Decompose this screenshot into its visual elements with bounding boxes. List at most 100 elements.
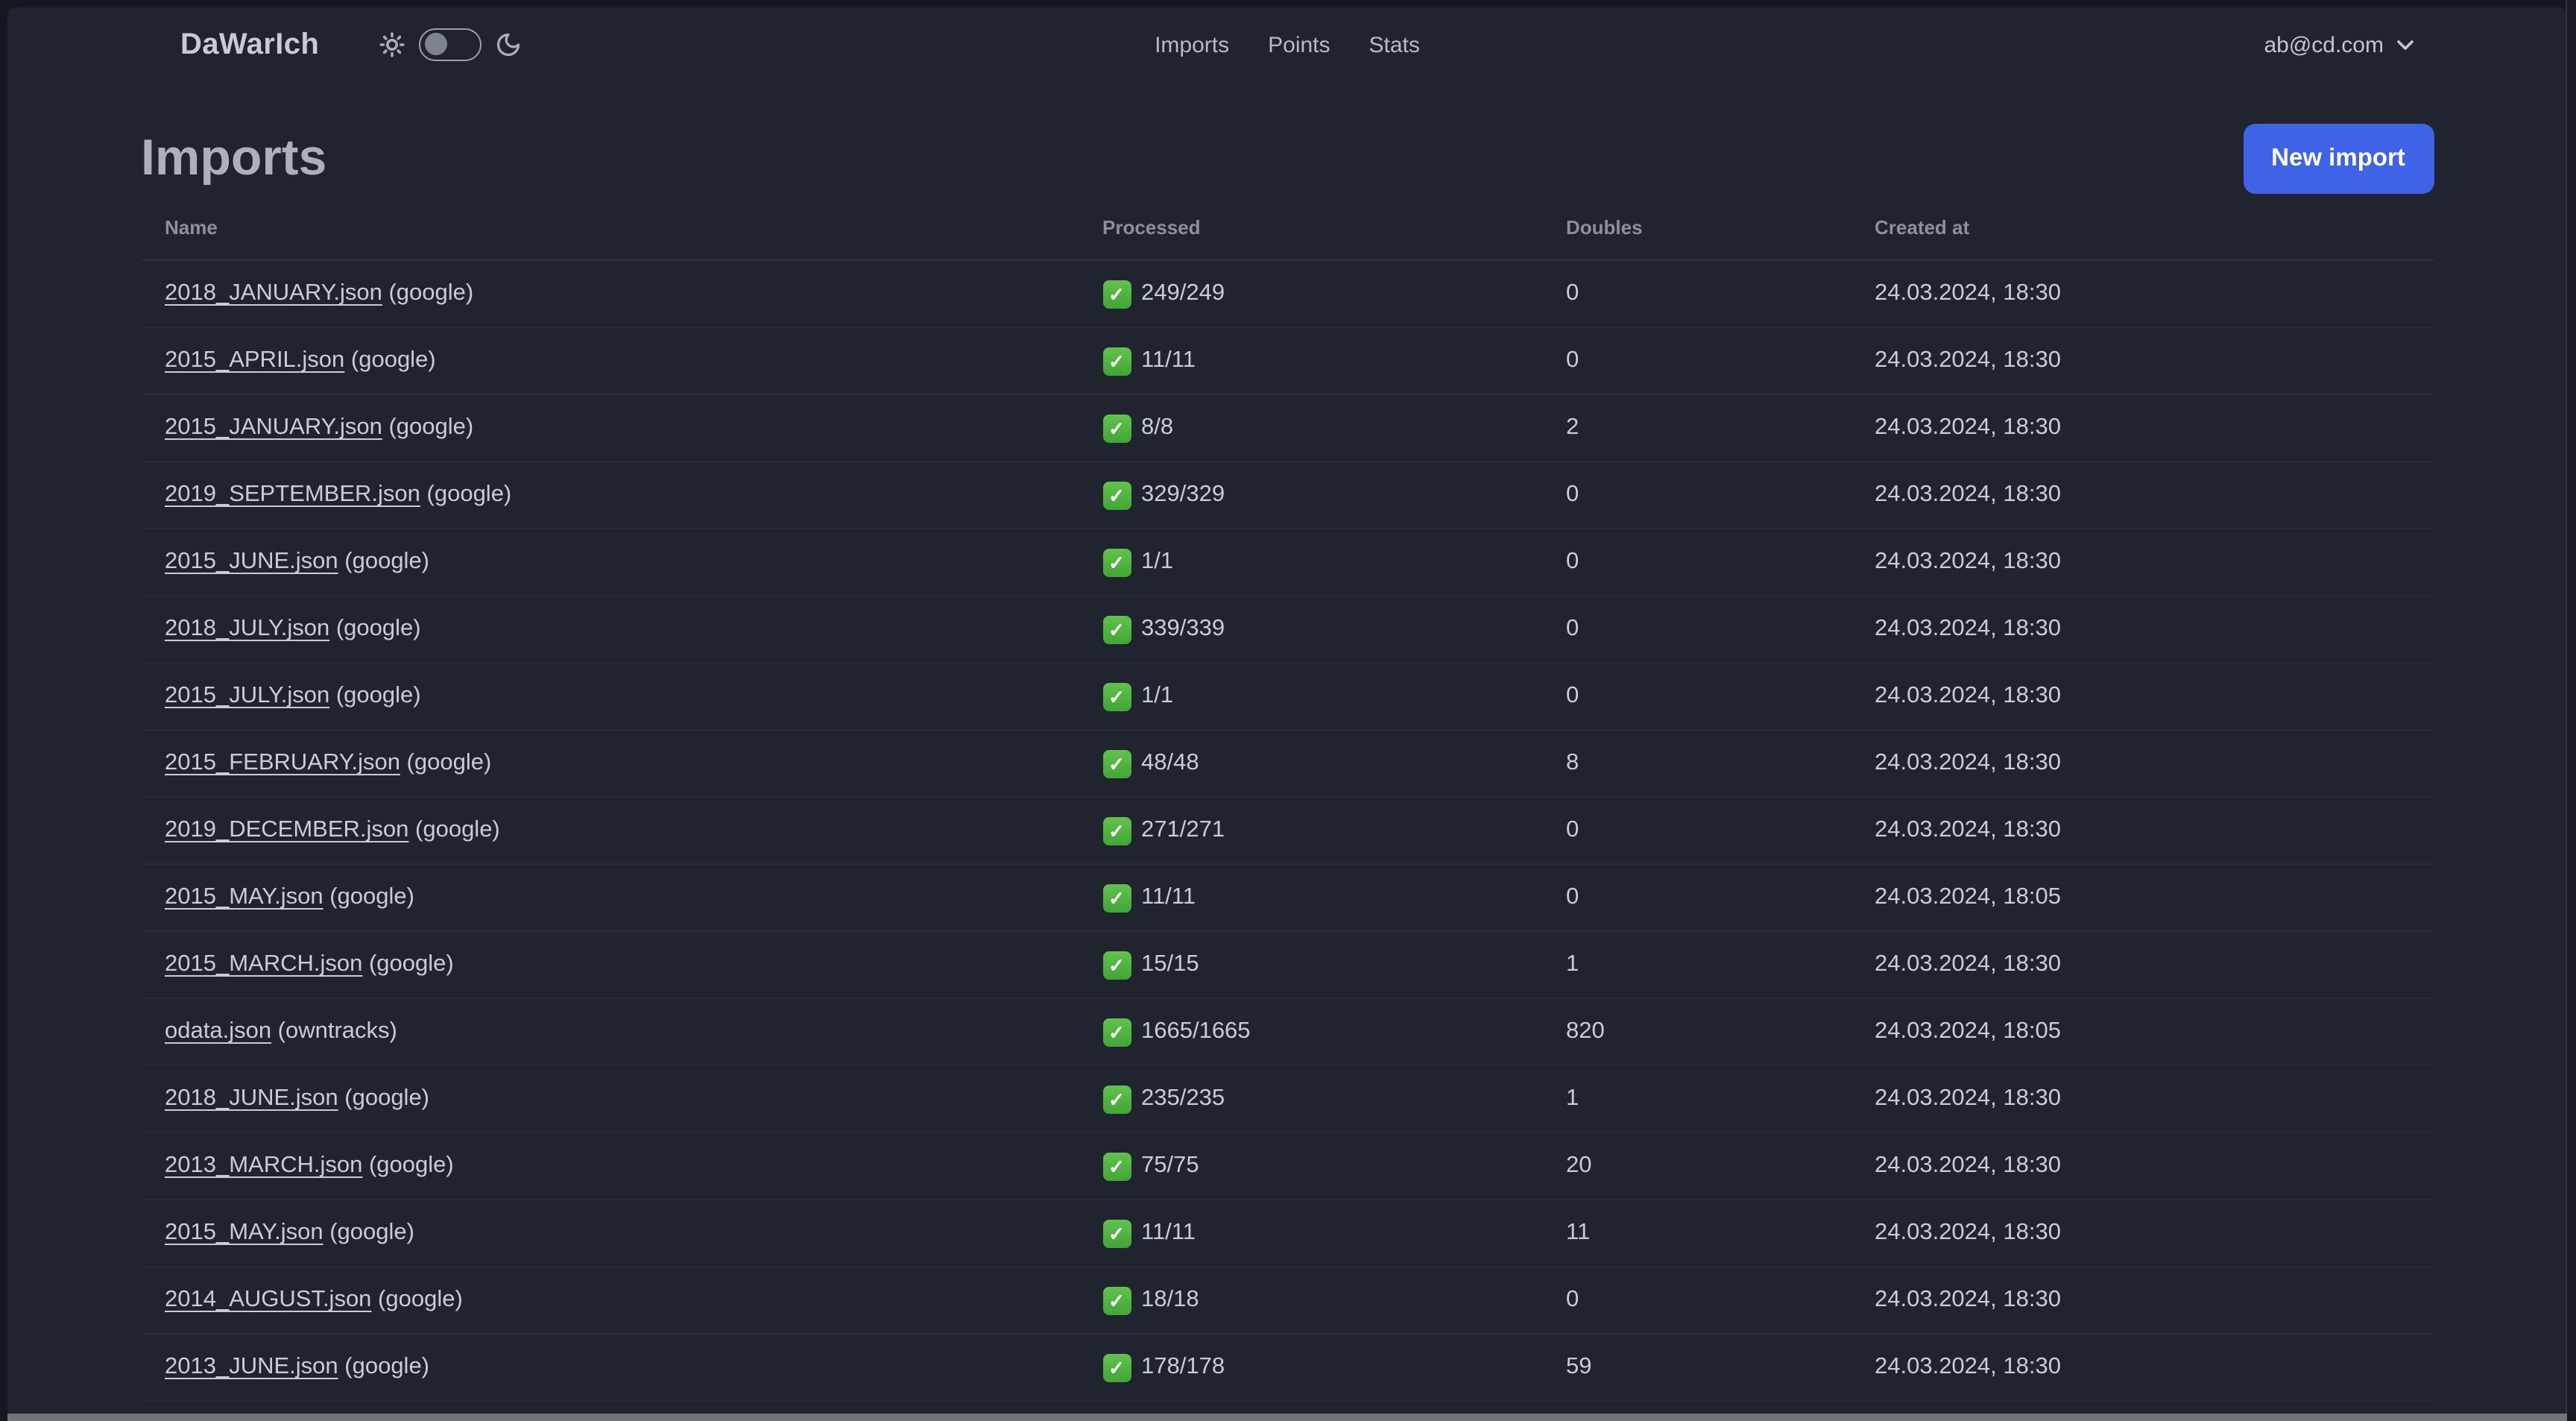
import-source: (google) xyxy=(382,415,474,440)
processed-cell: ✓ 235/235 xyxy=(1079,1085,1542,1113)
processed-cell: ✓ 329/329 xyxy=(1079,481,1542,509)
table-row: 2013_MARCH.json (google) ✓ 75/75 20 24.0… xyxy=(141,1133,2434,1200)
created-at-value: 24.03.2024, 18:30 xyxy=(1875,683,2061,708)
import-source: (google) xyxy=(400,750,492,775)
created-at-value: 24.03.2024, 18:30 xyxy=(1875,1220,2061,1245)
doubles-value: 1 xyxy=(1566,951,1579,977)
import-file-link[interactable]: 2015_MAY.json xyxy=(165,1220,323,1245)
page-window: DaWarIch Imports Points Stats ab@cd.com … xyxy=(7,7,2567,1421)
new-import-button[interactable]: New import xyxy=(2243,123,2434,193)
doubles-value: 0 xyxy=(1566,884,1579,910)
sun-icon xyxy=(379,32,405,57)
column-header-name: Name xyxy=(165,215,218,238)
import-file-link[interactable]: 2018_JANUARY.json xyxy=(165,280,382,306)
user-menu[interactable]: ab@cd.com xyxy=(2264,32,2414,57)
nav-link-imports[interactable]: Imports xyxy=(1155,32,1229,57)
import-file-link[interactable]: 2015_FEBRUARY.json xyxy=(165,750,400,775)
created-at-value: 24.03.2024, 18:30 xyxy=(1875,549,2061,574)
processed-value: 329/329 xyxy=(1141,482,1225,507)
processed-value: 178/178 xyxy=(1141,1354,1225,1379)
success-checkmark-icon: ✓ xyxy=(1102,615,1131,643)
processed-cell: ✓ 339/339 xyxy=(1079,615,1542,643)
success-checkmark-icon: ✓ xyxy=(1102,1018,1131,1046)
import-source: (google) xyxy=(338,1086,430,1111)
import-file-link[interactable]: 2013_JUNE.json xyxy=(165,1354,338,1379)
processed-cell: ✓ 11/11 xyxy=(1079,1219,1542,1247)
import-file-link[interactable]: odata.json xyxy=(165,1018,271,1044)
processed-cell: ✓ 11/11 xyxy=(1079,347,1542,375)
import-file-link[interactable]: 2018_JULY.json xyxy=(165,616,329,641)
table-row: 2014_AUGUST.json (google) ✓ 18/18 0 24.0… xyxy=(141,1267,2434,1335)
table-row: 2013_JUNE.json (google) ✓ 178/178 59 24.… xyxy=(141,1335,2434,1402)
created-at-value: 24.03.2024, 18:05 xyxy=(1875,884,2061,910)
theme-toggle-knob xyxy=(424,33,447,56)
import-file-link[interactable]: 2015_JUNE.json xyxy=(165,549,338,574)
chevron-down-icon xyxy=(2397,40,2414,49)
created-at-value: 24.03.2024, 18:30 xyxy=(1875,415,2061,440)
import-file-link[interactable]: 2015_MAY.json xyxy=(165,884,323,910)
processed-value: 1/1 xyxy=(1141,549,1174,574)
success-checkmark-icon: ✓ xyxy=(1102,414,1131,442)
name-cell: 2015_JANUARY.json (google) xyxy=(141,415,1079,441)
import-source: (owntracks) xyxy=(271,1018,397,1044)
created-at-value: 24.03.2024, 18:30 xyxy=(1875,616,2061,641)
name-cell: 2019_SEPTEMBER.json (google) xyxy=(141,482,1079,508)
import-file-link[interactable]: 2018_JUNE.json xyxy=(165,1086,338,1111)
processed-value: 8/8 xyxy=(1141,415,1174,440)
processed-cell: ✓ 1665/1665 xyxy=(1079,1018,1542,1046)
success-checkmark-icon: ✓ xyxy=(1102,347,1131,375)
theme-toggle-switch[interactable] xyxy=(419,28,482,61)
success-checkmark-icon: ✓ xyxy=(1102,481,1131,509)
table-header-row: Name Processed Doubles Created at xyxy=(141,194,2434,261)
import-file-link[interactable]: 2015_MARCH.json xyxy=(165,951,362,977)
created-at-value: 24.03.2024, 18:30 xyxy=(1875,482,2061,507)
name-cell: 2015_MARCH.json (google) xyxy=(141,951,1079,978)
import-file-link[interactable]: 2019_SEPTEMBER.json xyxy=(165,482,420,507)
doubles-value: 20 xyxy=(1566,1153,1592,1178)
import-source: (google) xyxy=(338,549,430,574)
success-checkmark-icon: ✓ xyxy=(1102,1353,1131,1381)
nav-link-points[interactable]: Points xyxy=(1268,32,1330,57)
name-cell: 2014_AUGUST.json (google) xyxy=(141,1287,1079,1314)
import-source: (google) xyxy=(323,884,414,910)
table-row: 2019_SEPTEMBER.json (google) ✓ 329/329 0… xyxy=(141,462,2434,529)
name-cell: 2015_JULY.json (google) xyxy=(141,683,1079,710)
success-checkmark-icon: ✓ xyxy=(1102,280,1131,308)
created-at-value: 24.03.2024, 18:30 xyxy=(1875,817,2061,842)
import-file-link[interactable]: 2014_AUGUST.json xyxy=(165,1287,371,1312)
doubles-value: 0 xyxy=(1566,817,1579,842)
vertical-scrollbar[interactable] xyxy=(2566,0,2576,1414)
table-row: 2015_MARCH.json (google) ✓ 15/15 1 24.03… xyxy=(141,932,2434,999)
horizontal-scrollbar[interactable] xyxy=(7,1414,2567,1421)
doubles-value: 0 xyxy=(1566,280,1579,306)
doubles-value: 820 xyxy=(1566,1018,1605,1044)
doubles-value: 0 xyxy=(1566,683,1579,708)
import-source: (google) xyxy=(329,683,421,708)
column-header-doubles: Doubles xyxy=(1566,215,1643,238)
import-source: (google) xyxy=(362,951,454,977)
import-source: (google) xyxy=(382,280,474,306)
processed-cell: ✓ 249/249 xyxy=(1079,280,1542,308)
created-at-value: 24.03.2024, 18:30 xyxy=(1875,1153,2061,1178)
processed-cell: ✓ 8/8 xyxy=(1079,414,1542,442)
success-checkmark-icon: ✓ xyxy=(1102,548,1131,576)
success-checkmark-icon: ✓ xyxy=(1102,951,1131,979)
import-file-link[interactable]: 2015_JANUARY.json xyxy=(165,415,382,440)
app-logo[interactable]: DaWarIch xyxy=(180,28,319,62)
import-file-link[interactable]: 2019_DECEMBER.json xyxy=(165,817,408,842)
nav-link-stats[interactable]: Stats xyxy=(1369,32,1420,57)
imports-table: Name Processed Doubles Created at 2018_J… xyxy=(141,194,2434,1421)
processed-value: 271/271 xyxy=(1141,817,1225,842)
top-navbar: DaWarIch Imports Points Stats ab@cd.com xyxy=(7,7,2567,82)
import-file-link[interactable]: 2015_APRIL.json xyxy=(165,347,344,373)
import-file-link[interactable]: 2013_MARCH.json xyxy=(165,1153,362,1178)
import-file-link[interactable]: 2015_JULY.json xyxy=(165,683,329,708)
created-at-value: 24.03.2024, 18:05 xyxy=(1875,1018,2061,1044)
name-cell: 2013_JUNE.json (google) xyxy=(141,1354,1079,1381)
table-row: 2015_MAY.json (google) ✓ 11/11 0 24.03.2… xyxy=(141,865,2434,932)
created-at-value: 24.03.2024, 18:30 xyxy=(1875,1354,2061,1379)
processed-cell: ✓ 15/15 xyxy=(1079,951,1542,979)
table-row: 2015_APRIL.json (google) ✓ 11/11 0 24.03… xyxy=(141,328,2434,395)
name-cell: 2018_JUNE.json (google) xyxy=(141,1086,1079,1112)
processed-cell: ✓ 178/178 xyxy=(1079,1353,1542,1381)
